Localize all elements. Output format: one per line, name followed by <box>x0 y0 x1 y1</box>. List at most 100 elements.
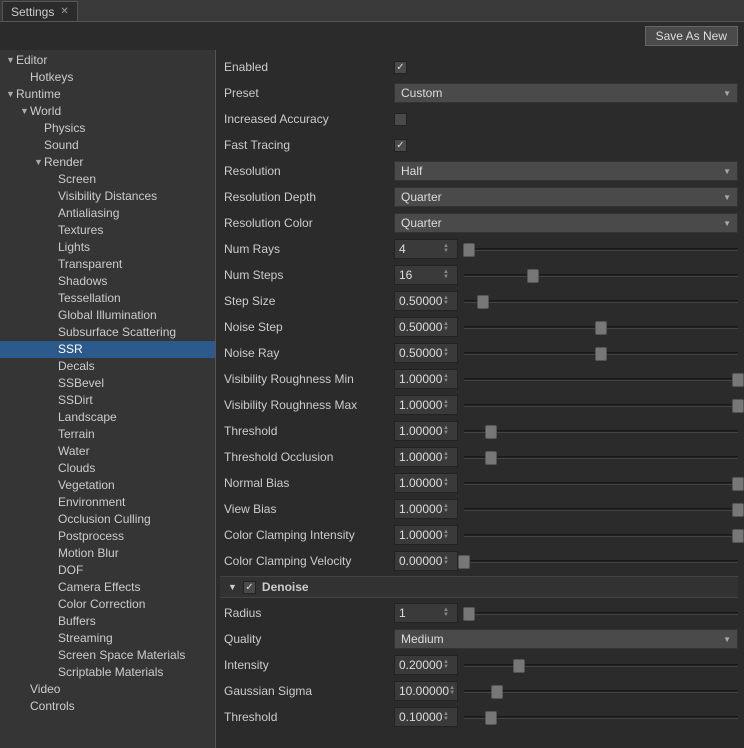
denoise-checkbox[interactable] <box>243 581 256 594</box>
spinner-icon[interactable]: ▲▼ <box>443 296 453 306</box>
step-size-slider[interactable] <box>464 292 738 310</box>
sidebar-item-motion-blur[interactable]: Motion Blur <box>0 545 215 562</box>
sidebar-item-subsurface-scattering[interactable]: Subsurface Scattering <box>0 324 215 341</box>
noise-step-slider[interactable] <box>464 318 738 336</box>
sidebar-item-camera-effects[interactable]: Camera Effects <box>0 579 215 596</box>
close-icon[interactable]: ✕ <box>60 6 68 17</box>
sidebar-item-render[interactable]: ▼Render <box>0 154 215 171</box>
threshold-slider[interactable] <box>464 422 738 440</box>
spinner-icon[interactable]: ▲▼ <box>443 504 453 514</box>
sidebar-item-editor[interactable]: ▼Editor <box>0 52 215 69</box>
denoise-quality-select[interactable]: Medium▼ <box>394 629 738 649</box>
tab-settings[interactable]: Settings ✕ <box>2 1 78 21</box>
num-rays-slider[interactable] <box>464 240 738 258</box>
color-clamp-intensity-slider[interactable] <box>464 526 738 544</box>
denoise-gaussian-sigma-input[interactable]: 10.00000▲▼ <box>394 681 458 701</box>
vis-rough-min-input[interactable]: 1.00000▲▼ <box>394 369 458 389</box>
sidebar[interactable]: ▼EditorHotkeys▼Runtime▼WorldPhysicsSound… <box>0 50 216 748</box>
preset-select[interactable]: Custom▼ <box>394 83 738 103</box>
sidebar-item-runtime[interactable]: ▼Runtime <box>0 86 215 103</box>
fast-tracing-checkbox[interactable] <box>394 139 407 152</box>
denoise-threshold-slider[interactable] <box>464 708 738 726</box>
sidebar-item-terrain[interactable]: Terrain <box>0 426 215 443</box>
spinner-icon[interactable]: ▲▼ <box>443 322 453 332</box>
resolution-select[interactable]: Half▼ <box>394 161 738 181</box>
slider-thumb[interactable] <box>732 529 744 543</box>
vis-rough-min-slider[interactable] <box>464 370 738 388</box>
spinner-icon[interactable]: ▲▼ <box>443 348 453 358</box>
spinner-icon[interactable]: ▲▼ <box>443 712 453 722</box>
sidebar-item-color-correction[interactable]: Color Correction <box>0 596 215 613</box>
spinner-icon[interactable]: ▲▼ <box>443 374 453 384</box>
sidebar-item-decals[interactable]: Decals <box>0 358 215 375</box>
resolution-depth-select[interactable]: Quarter▼ <box>394 187 738 207</box>
vis-rough-max-input[interactable]: 1.00000▲▼ <box>394 395 458 415</box>
slider-thumb[interactable] <box>595 347 607 361</box>
noise-ray-input[interactable]: 0.50000▲▼ <box>394 343 458 363</box>
denoise-intensity-input[interactable]: 0.20000▲▼ <box>394 655 458 675</box>
sidebar-item-transparent[interactable]: Transparent <box>0 256 215 273</box>
spinner-icon[interactable]: ▲▼ <box>443 556 453 566</box>
sidebar-item-lights[interactable]: Lights <box>0 239 215 256</box>
spinner-icon[interactable]: ▲▼ <box>443 400 453 410</box>
sidebar-item-water[interactable]: Water <box>0 443 215 460</box>
sidebar-item-screen-space-materials[interactable]: Screen Space Materials <box>0 647 215 664</box>
color-clamp-velocity-input[interactable]: 0.00000▲▼ <box>394 551 458 571</box>
sidebar-item-hotkeys[interactable]: Hotkeys <box>0 69 215 86</box>
sidebar-item-controls[interactable]: Controls <box>0 698 215 715</box>
save-as-new-button[interactable]: Save As New <box>645 26 738 46</box>
view-bias-input[interactable]: 1.00000▲▼ <box>394 499 458 519</box>
slider-thumb[interactable] <box>485 451 497 465</box>
denoise-section-header[interactable]: ▼Denoise <box>220 576 738 598</box>
sidebar-item-visibility-distances[interactable]: Visibility Distances <box>0 188 215 205</box>
view-bias-slider[interactable] <box>464 500 738 518</box>
slider-thumb[interactable] <box>732 399 744 413</box>
threshold-input[interactable]: 1.00000▲▼ <box>394 421 458 441</box>
sidebar-item-landscape[interactable]: Landscape <box>0 409 215 426</box>
increased-accuracy-checkbox[interactable] <box>394 113 407 126</box>
color-clamp-intensity-input[interactable]: 1.00000▲▼ <box>394 525 458 545</box>
slider-thumb[interactable] <box>595 321 607 335</box>
normal-bias-slider[interactable] <box>464 474 738 492</box>
spinner-icon[interactable]: ▲▼ <box>443 608 453 618</box>
sidebar-item-screen[interactable]: Screen <box>0 171 215 188</box>
sidebar-item-ssdirt[interactable]: SSDirt <box>0 392 215 409</box>
sidebar-item-clouds[interactable]: Clouds <box>0 460 215 477</box>
noise-step-input[interactable]: 0.50000▲▼ <box>394 317 458 337</box>
sidebar-item-textures[interactable]: Textures <box>0 222 215 239</box>
vis-rough-max-slider[interactable] <box>464 396 738 414</box>
spinner-icon[interactable]: ▲▼ <box>443 426 453 436</box>
spinner-icon[interactable]: ▲▼ <box>443 244 453 254</box>
threshold-occlusion-slider[interactable] <box>464 448 738 466</box>
sidebar-item-postprocess[interactable]: Postprocess <box>0 528 215 545</box>
slider-thumb[interactable] <box>732 477 744 491</box>
slider-thumb[interactable] <box>527 269 539 283</box>
slider-thumb[interactable] <box>732 373 744 387</box>
spinner-icon[interactable]: ▲▼ <box>443 270 453 280</box>
spinner-icon[interactable]: ▲▼ <box>443 660 453 670</box>
sidebar-item-global-illumination[interactable]: Global Illumination <box>0 307 215 324</box>
sidebar-item-ssbevel[interactable]: SSBevel <box>0 375 215 392</box>
color-clamp-velocity-slider[interactable] <box>464 552 738 570</box>
num-rays-input[interactable]: 4▲▼ <box>394 239 458 259</box>
sidebar-item-ssr[interactable]: SSR <box>0 341 215 358</box>
num-steps-slider[interactable] <box>464 266 738 284</box>
denoise-radius-input[interactable]: 1▲▼ <box>394 603 458 623</box>
slider-thumb[interactable] <box>485 711 497 725</box>
sidebar-item-shadows[interactable]: Shadows <box>0 273 215 290</box>
sidebar-item-environment[interactable]: Environment <box>0 494 215 511</box>
sidebar-item-buffers[interactable]: Buffers <box>0 613 215 630</box>
slider-thumb[interactable] <box>463 243 475 257</box>
spinner-icon[interactable]: ▲▼ <box>449 686 455 696</box>
spinner-icon[interactable]: ▲▼ <box>443 452 453 462</box>
slider-thumb[interactable] <box>732 503 744 517</box>
slider-thumb[interactable] <box>513 659 525 673</box>
noise-ray-slider[interactable] <box>464 344 738 362</box>
sidebar-item-world[interactable]: ▼World <box>0 103 215 120</box>
sidebar-item-dof[interactable]: DOF <box>0 562 215 579</box>
spinner-icon[interactable]: ▲▼ <box>443 530 453 540</box>
slider-thumb[interactable] <box>463 607 475 621</box>
sidebar-item-occlusion-culling[interactable]: Occlusion Culling <box>0 511 215 528</box>
denoise-intensity-slider[interactable] <box>464 656 738 674</box>
denoise-gaussian-sigma-slider[interactable] <box>464 682 738 700</box>
